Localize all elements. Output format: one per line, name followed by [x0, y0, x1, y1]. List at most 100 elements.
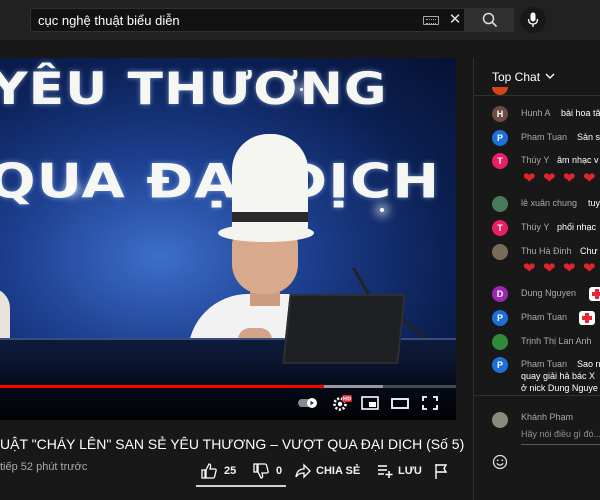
emoji-icon[interactable]	[492, 454, 508, 470]
autoplay-toggle-icon	[298, 398, 317, 408]
heart-emoji: ❤	[543, 170, 556, 187]
gear-icon: HD	[333, 395, 352, 411]
chat-message: D Dung Nguyen	[474, 286, 600, 304]
settings-button[interactable]: HD	[331, 394, 353, 412]
hat-band	[232, 212, 308, 222]
avatar	[492, 196, 508, 212]
chat-author[interactable]: Trịnh Thị Lan Anh	[521, 336, 592, 346]
fullscreen-button[interactable]	[420, 394, 440, 412]
miniplayer-icon	[361, 396, 379, 410]
chat-author[interactable]: Thúy Y	[521, 222, 549, 232]
autoplay-toggle[interactable]	[297, 394, 319, 412]
heart-emoji: ❤	[523, 260, 536, 277]
heart-emoji: ❤	[583, 260, 596, 277]
chat-message: T Thúy Y phối nhạc	[474, 220, 600, 238]
chat-author[interactable]: Thúy Y	[521, 155, 549, 165]
masthead: cục nghệ thuật biểu diễn ✕	[0, 0, 600, 40]
stage-light	[70, 186, 76, 192]
avatar: P	[492, 130, 508, 146]
clear-search-icon[interactable]: ✕	[446, 10, 464, 30]
like-ratio-bar	[196, 485, 286, 487]
stage-banner-line2: QUA ĐẠI DỊCH	[0, 154, 441, 210]
progress-played	[0, 385, 324, 388]
miniplayer-button[interactable]	[360, 394, 380, 412]
red-cross-emoji	[579, 311, 595, 325]
like-button[interactable]: 25	[200, 461, 236, 481]
chat-text: Sản s	[577, 132, 600, 142]
fullscreen-icon	[422, 396, 438, 410]
keyboard-icon[interactable]	[423, 16, 439, 25]
chat-mode-selector[interactable]: Top Chat	[492, 70, 540, 84]
red-cross-emoji	[589, 287, 600, 301]
share-label: CHIA SẺ	[316, 465, 361, 477]
live-chat-panel: Top Chat H Hunh A bài hoa tâ P Pham Tuan…	[473, 58, 600, 500]
avatar	[492, 244, 508, 260]
chat-text: Sao n	[577, 359, 600, 369]
progress-bar[interactable]	[0, 385, 456, 388]
stage-light	[300, 88, 303, 91]
save-button[interactable]: LƯU	[376, 461, 422, 481]
report-button[interactable]	[432, 461, 450, 481]
chat-author[interactable]: Thu Hà Đinh	[521, 246, 572, 256]
heart-emoji: ❤	[543, 260, 556, 277]
chat-author[interactable]: Pham Tuan	[521, 312, 567, 322]
chat-message: Thu Hà Đinh Chư ❤ ❤ ❤ ❤	[474, 244, 600, 284]
dislike-count: 0	[276, 465, 283, 477]
chevron-down-icon[interactable]	[545, 71, 555, 81]
share-button[interactable]: CHIA SẺ	[294, 461, 360, 481]
current-user-name: Khánh Phạm	[521, 412, 574, 422]
theater-icon	[391, 398, 409, 409]
thumbs-down-icon	[253, 463, 269, 479]
chat-text-continued: ở nick Dung Nguye	[521, 383, 598, 393]
search-button[interactable]	[464, 8, 514, 32]
hat-brim	[218, 224, 314, 242]
chat-author[interactable]: Pham Tuan	[521, 132, 567, 142]
avatar: T	[492, 220, 508, 236]
search-input[interactable]: cục nghệ thuật biểu diễn ✕	[30, 8, 464, 32]
share-icon	[295, 463, 311, 479]
avatar: P	[492, 310, 508, 326]
chat-message: P Pham Tuan	[474, 310, 600, 328]
chat-text: phối nhạc	[557, 222, 597, 232]
chat-message: Trịnh Thị Lan Anh	[474, 334, 600, 352]
theater-mode-button[interactable]	[390, 394, 410, 412]
chat-author[interactable]: Dung Nguyen	[521, 288, 576, 298]
chat-text: tuy	[588, 198, 600, 208]
chat-message: P Pham Tuan Sao n quay giải hả bác X ở n…	[474, 357, 600, 397]
heart-emoji: ❤	[563, 260, 576, 277]
controls-gradient	[0, 358, 456, 420]
heart-emoji: ❤	[583, 170, 596, 187]
save-label: LƯU	[398, 465, 422, 477]
video-player[interactable]: YÊU THƯƠNG QUA ĐẠI DỊCH HD	[0, 58, 456, 420]
heart-emoji: ❤	[523, 170, 536, 187]
chat-author[interactable]: Hunh A	[521, 108, 551, 118]
chat-author[interactable]: Pham Tuan	[521, 359, 567, 369]
chat-text-continued: quay giải hả bác X	[521, 371, 596, 381]
add-playlist-icon	[378, 465, 393, 478]
heart-emoji: ❤	[563, 170, 576, 187]
stage-light	[380, 208, 384, 212]
current-user-avatar	[492, 412, 508, 428]
search-query[interactable]: cục nghệ thuật biểu diễn	[38, 13, 180, 28]
avatar: P	[492, 357, 508, 373]
avatar: H	[492, 106, 508, 122]
video-title: UẬT "CHÁY LÊN" SAN SẺ YÊU THƯƠNG – VƯỢT …	[0, 436, 465, 452]
thumbs-up-icon	[201, 463, 217, 479]
stage-banner-line1: YÊU THƯƠNG	[0, 64, 388, 115]
chat-message-input[interactable]: Hãy nói điều gì đó...	[521, 429, 600, 439]
voice-search-button[interactable]	[520, 7, 546, 33]
chat-text: Chư	[580, 246, 598, 256]
chat-message: lê xuân chung tuy	[474, 196, 600, 214]
chat-message: P Pham Tuan Sản s	[474, 130, 600, 148]
chat-text: âm nhạc v	[557, 155, 599, 165]
like-count: 25	[224, 465, 237, 477]
chat-text: bài hoa tâ	[561, 108, 600, 118]
chat-author[interactable]: lê xuân chung	[521, 198, 577, 208]
avatar	[492, 334, 508, 350]
avatar: T	[492, 153, 508, 169]
chat-message: T Thúy Y âm nhạc v ❤ ❤ ❤ ❤	[474, 153, 600, 193]
dislike-button[interactable]: 0	[252, 461, 282, 481]
host-face	[232, 234, 298, 294]
video-meta: tiếp 52 phút trước	[0, 461, 88, 473]
search-icon	[482, 12, 498, 28]
